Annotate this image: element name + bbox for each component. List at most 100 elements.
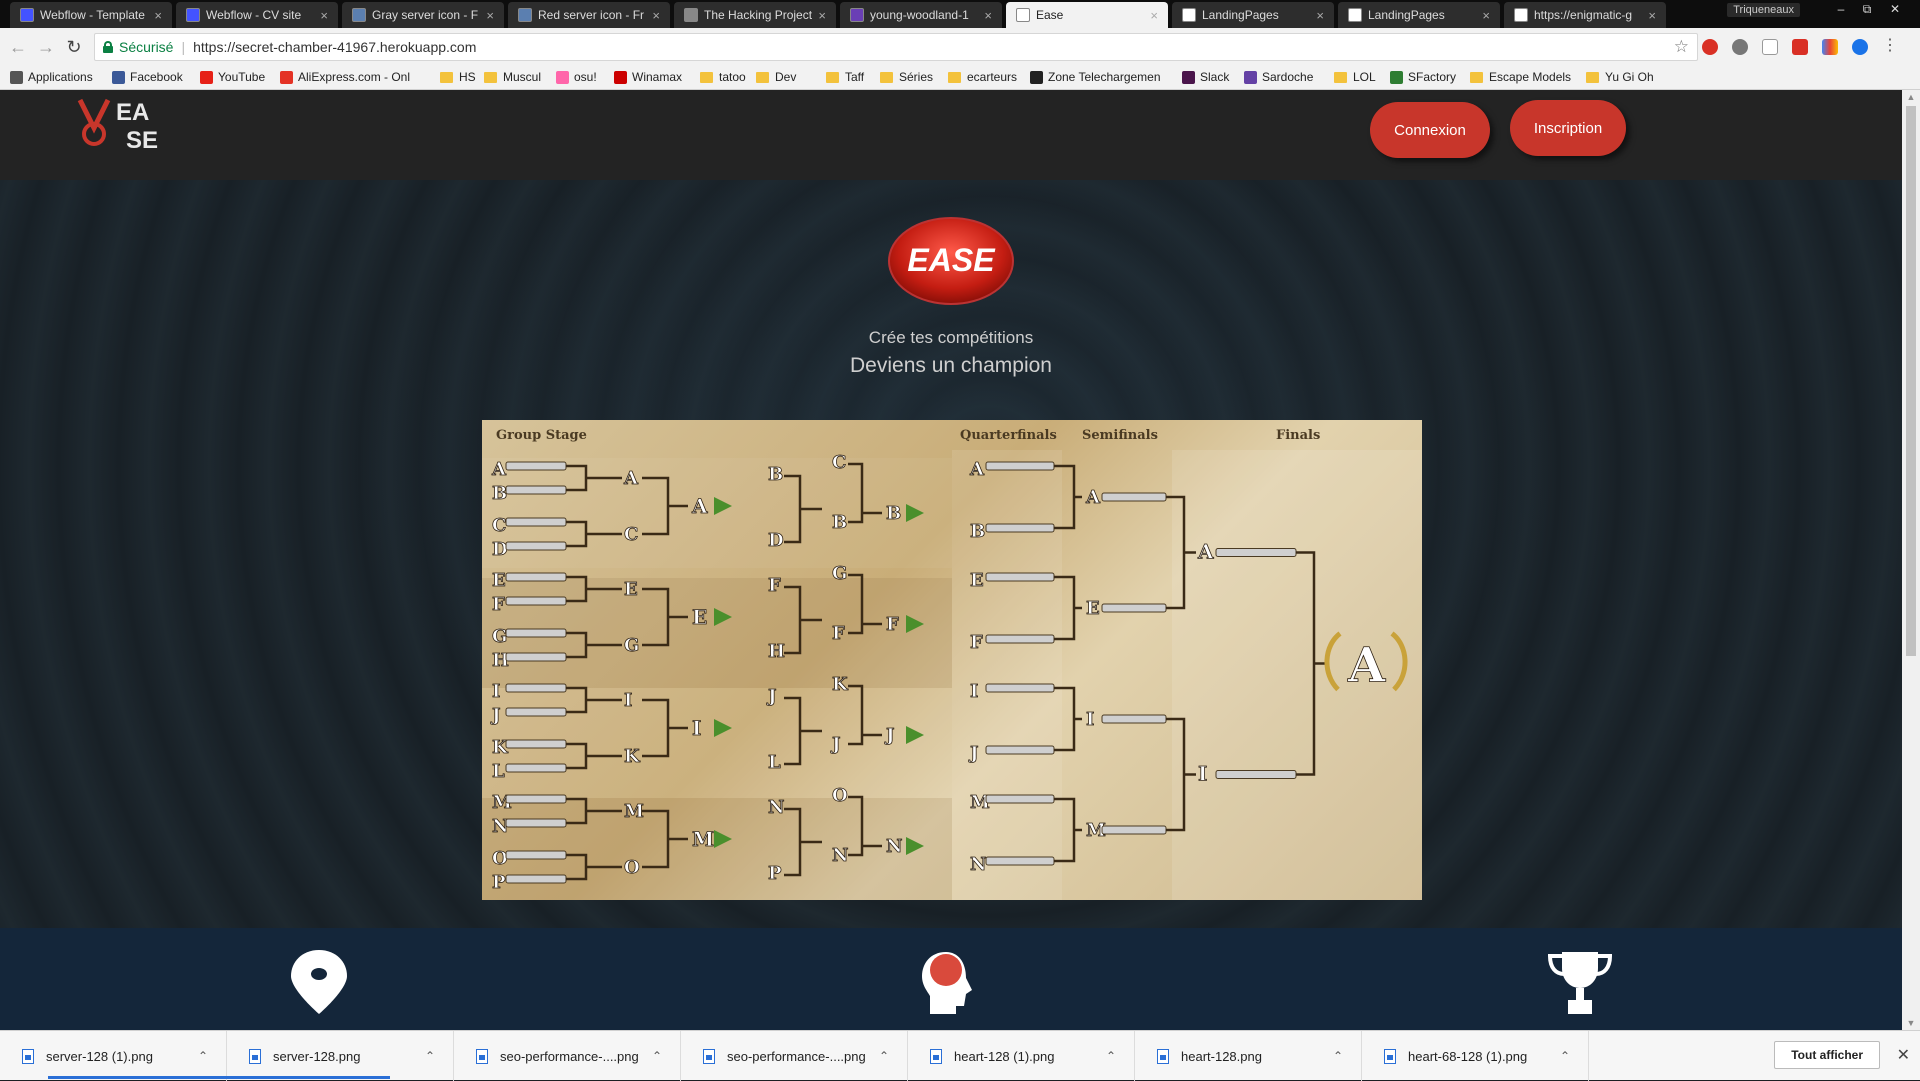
bracket-slot-bar [505,572,567,582]
download-item[interactable]: seo-performance-....png ⌃ [681,1031,908,1081]
extension-adblock-icon[interactable] [1702,39,1718,55]
extension-pdf-icon[interactable] [1792,39,1808,55]
bookmark-label: Escape Models [1489,70,1572,84]
bookmark-taff[interactable]: Taff [826,70,864,84]
extension-cast-icon[interactable] [1762,39,1778,55]
bracket-team-letter: F [832,623,845,644]
close-downloads-icon[interactable]: ✕ [1897,1045,1910,1065]
bookmark-muscul[interactable]: Muscul [484,70,541,84]
bookmark-label: Applications [28,70,93,84]
bookmark-yu-gi-oh[interactable]: Yu Gi Oh [1586,70,1654,84]
bookmark-hs[interactable]: HS [440,70,476,84]
browser-tab[interactable]: young-woodland-1 × [840,2,1002,28]
scroll-down-icon[interactable]: ▼ [1906,1018,1916,1028]
scroll-thumb[interactable] [1906,106,1916,656]
twitch-icon [1244,70,1257,84]
back-arrow-icon[interactable]: ← [8,37,28,57]
browser-tab[interactable]: The Hacking Project × [674,2,836,28]
download-item[interactable]: heart-68-128 (1).png ⌃ [1362,1031,1589,1081]
chevron-up-icon[interactable]: ⌃ [425,1049,435,1063]
tab-close-icon[interactable]: × [154,8,162,23]
bookmark-winamax[interactable]: Winamax [614,70,682,84]
browser-tab[interactable]: https://enigmatic-g × [1504,2,1666,28]
browser-tab[interactable]: Webflow - CV site × [176,2,338,28]
bookmark-star-icon[interactable]: ☆ [1674,37,1689,57]
bookmark-dev[interactable]: Dev [756,70,796,84]
download-item[interactable]: heart-128.png ⌃ [1135,1031,1362,1081]
scroll-up-icon[interactable]: ▲ [1906,92,1916,102]
bracket-team-letter: N [768,797,784,818]
bookmark-tatoo[interactable]: tatoo [700,70,746,84]
bracket-team-letter: J [830,734,841,755]
bracket-team-letter: H [768,641,785,662]
browser-tab[interactable]: Gray server icon - F × [342,2,504,28]
signup-button[interactable]: Inscription [1510,100,1626,156]
bookmark-zone-telechargemen[interactable]: Zone Telechargemen [1030,70,1161,84]
tab-close-icon[interactable]: × [652,8,660,23]
bookmark-aliexpress-com-onl[interactable]: AliExpress.com - Onl [280,70,410,84]
extension-color-icon[interactable] [1822,39,1838,55]
bookmark-label: osu! [574,70,597,84]
address-bar[interactable]: Sécurisé | https://secret-chamber-41967.… [94,33,1698,61]
bracket-group-winner: M [692,827,714,851]
bookmark-label: Taff [845,70,865,84]
download-item[interactable]: server-128.png ⌃ [227,1031,454,1081]
tab-close-icon[interactable]: × [1482,8,1490,23]
tab-close-icon[interactable]: × [1150,8,1158,23]
chevron-up-icon[interactable]: ⌃ [1333,1049,1343,1063]
tab-close-icon[interactable]: × [818,8,826,23]
browser-tab[interactable]: Red server icon - Fr × [508,2,670,28]
login-button[interactable]: Connexion [1370,102,1490,158]
url-text[interactable]: https://secret-chamber-41967.herokuapp.c… [193,39,476,55]
ease-logo[interactable]: EA SE [76,94,186,154]
bracket-team-letter: C [492,515,506,536]
extension-info-icon[interactable] [1732,39,1748,55]
bookmark-sfactory[interactable]: SFactory [1390,70,1456,84]
page-scrollbar[interactable]: ▲ ▼ [1902,90,1920,1030]
bookmark-osu-[interactable]: osu! [556,70,597,84]
bookmark-s-ries[interactable]: Séries [880,70,933,84]
extension-mic-icon[interactable] [1852,39,1868,55]
bracket-slot-bar [1101,603,1167,613]
browser-tab[interactable]: Webflow - Template × [10,2,172,28]
chevron-up-icon[interactable]: ⌃ [879,1049,889,1063]
close-window-icon[interactable]: ✕ [1882,0,1908,18]
show-all-downloads-button[interactable]: Tout afficher [1774,1041,1880,1069]
bookmark-applications[interactable]: Applications [10,70,93,84]
tab-close-icon[interactable]: × [984,8,992,23]
bookmark-label: Zone Telechargemen [1048,70,1161,84]
browser-tab[interactable]: Ease × [1006,2,1168,28]
tab-close-icon[interactable]: × [1648,8,1656,23]
tab-favicon-icon [518,8,532,22]
browser-tab[interactable]: LandingPages × [1172,2,1334,28]
chevron-up-icon[interactable]: ⌃ [1106,1049,1116,1063]
tab-close-icon[interactable]: × [1316,8,1324,23]
bookmark-ecarteurs[interactable]: ecarteurs [948,70,1017,84]
chevron-up-icon[interactable]: ⌃ [652,1049,662,1063]
bookmark-sardoche[interactable]: Sardoche [1244,70,1313,84]
bracket-team-letter: L [768,752,781,773]
bookmark-facebook[interactable]: Facebook [112,70,183,84]
bookmark-slack[interactable]: Slack [1182,70,1229,84]
bracket-second-place: J [884,725,895,746]
window-user-label[interactable]: Triqueneaux [1727,3,1800,17]
browser-tab[interactable]: LandingPages × [1338,2,1500,28]
chevron-up-icon[interactable]: ⌃ [1560,1049,1570,1063]
forward-arrow-icon[interactable]: → [36,37,56,57]
bookmark-lol[interactable]: LOL [1334,70,1376,84]
chrome-menu-icon[interactable]: ⋮ [1882,38,1898,55]
minimize-window-icon[interactable]: – [1828,0,1854,18]
folder-icon [1334,71,1347,83]
reload-icon[interactable]: ↻ [64,37,84,57]
download-item[interactable]: server-128 (1).png ⌃ [0,1031,227,1081]
browser-tab-strip: Triqueneaux – ⧉ ✕ Webflow - Template × Web… [0,0,1920,28]
download-item[interactable]: seo-performance-....png ⌃ [454,1031,681,1081]
restore-window-icon[interactable]: ⧉ [1854,0,1880,18]
download-item[interactable]: heart-128 (1).png ⌃ [908,1031,1135,1081]
tab-close-icon[interactable]: × [320,8,328,23]
bracket-team-letter: A [969,459,985,480]
bookmark-youtube[interactable]: YouTube [200,70,265,84]
tab-close-icon[interactable]: × [486,8,494,23]
chevron-up-icon[interactable]: ⌃ [198,1049,208,1063]
bookmark-escape-models[interactable]: Escape Models [1470,70,1571,84]
